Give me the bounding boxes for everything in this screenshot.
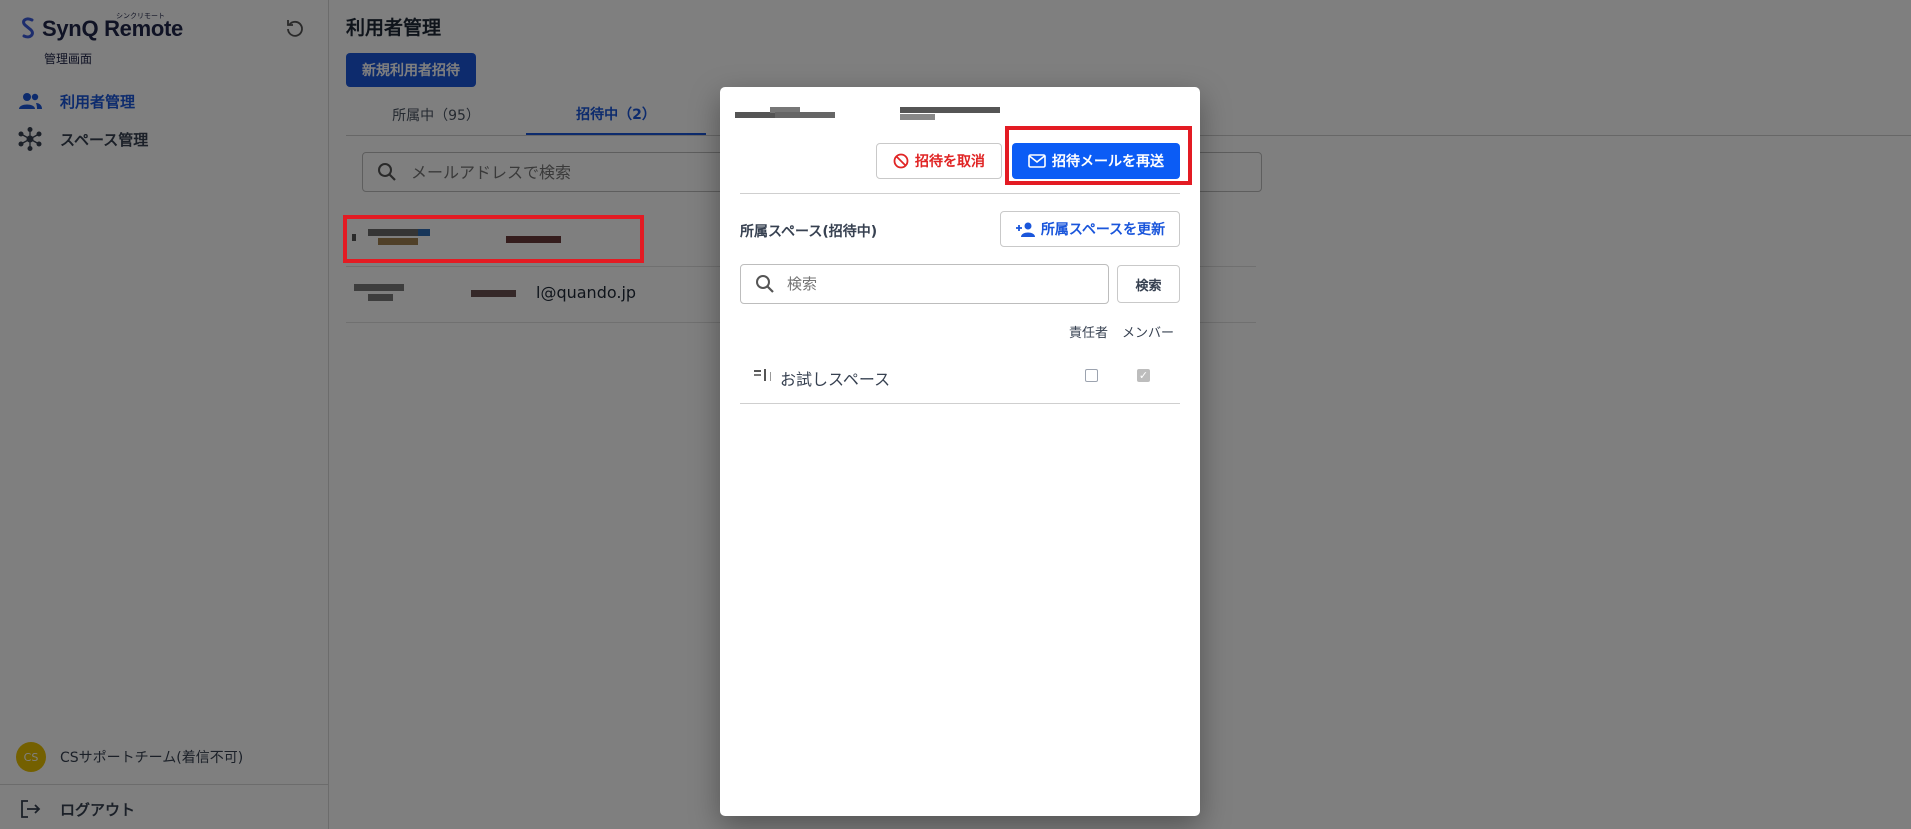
col-owner-header: 責任者	[1069, 326, 1109, 341]
modal-divider	[740, 193, 1180, 194]
cancel-invite-button[interactable]: 招待を取消	[876, 143, 1002, 179]
invite-detail-modal: 招待を取消 招待メールを再送 所属スペース(招待中) 所属スペースを更新 検索 …	[720, 87, 1200, 816]
redacted-text	[900, 107, 1000, 113]
space-row: お試しスペース ✓	[740, 347, 1180, 404]
redacted-text	[735, 112, 775, 118]
owner-checkbox[interactable]	[1085, 369, 1098, 382]
search-icon	[756, 275, 774, 293]
space-icon	[754, 369, 771, 381]
update-spaces-button[interactable]: 所属スペースを更新	[1000, 211, 1180, 247]
person-add-icon	[1015, 222, 1035, 237]
col-member-header: メンバー	[1122, 326, 1175, 341]
redacted-text	[900, 114, 935, 120]
highlight-frame-resend	[1005, 126, 1192, 185]
redacted-text	[775, 112, 835, 118]
block-icon	[893, 153, 909, 169]
member-checkbox[interactable]: ✓	[1137, 369, 1150, 382]
cancel-invite-label: 招待を取消	[915, 154, 985, 170]
highlight-frame-row	[343, 215, 644, 263]
space-name: お試しスペース	[780, 370, 891, 389]
space-search-field[interactable]	[740, 264, 1109, 304]
search-button[interactable]: 検索	[1117, 265, 1180, 303]
space-search-input[interactable]	[785, 274, 1069, 294]
section-title: 所属スペース(招待中)	[740, 224, 878, 240]
update-spaces-label: 所属スペースを更新	[1040, 222, 1166, 238]
